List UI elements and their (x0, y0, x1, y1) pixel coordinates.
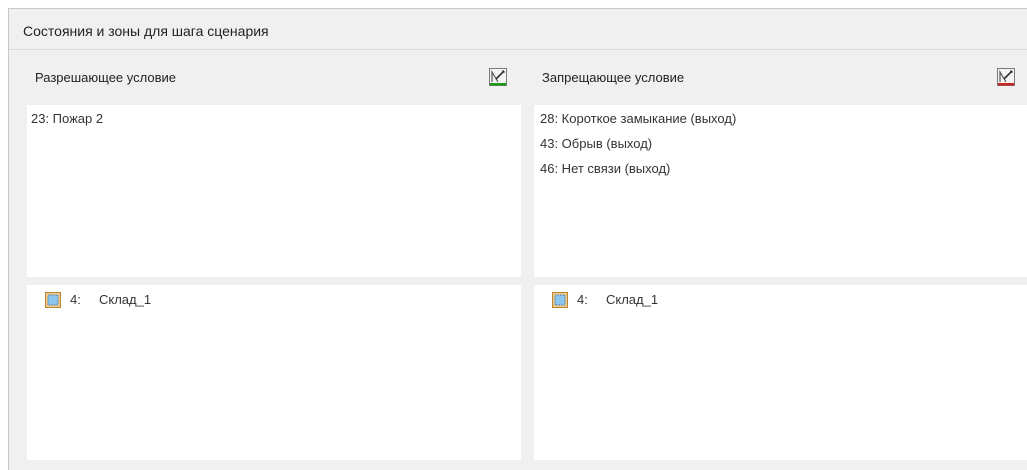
list-item[interactable]: 28: Короткое замыкание (выход) (540, 111, 736, 126)
zone-name: Склад_1 (99, 292, 152, 307)
deny-zones-list[interactable]: 4: Склад_1 (534, 285, 1027, 460)
edit-condition-icon (489, 68, 507, 86)
allow-condition-label: Разрешающее условие (35, 70, 176, 85)
zone-name: Склад_1 (606, 292, 659, 307)
list-item[interactable]: 43: Обрыв (выход) (540, 136, 652, 151)
deny-states-list[interactable]: 28: Короткое замыкание (выход) 43: Обрыв… (534, 105, 1027, 277)
zone-number: 4: (577, 292, 588, 307)
scenario-step-panel: Состояния и зоны для шага сценария Разре… (8, 8, 1027, 470)
deny-condition-label: Запрещающее условие (542, 70, 685, 85)
edit-deny-condition-button[interactable] (995, 66, 1017, 88)
allow-zones-list[interactable]: 4: Склад_1 (27, 285, 521, 460)
list-item[interactable]: 23: Пожар 2 (31, 111, 103, 126)
edit-allow-condition-button[interactable] (487, 66, 509, 88)
allow-states-list[interactable]: 23: Пожар 2 (27, 105, 521, 277)
title-divider (9, 49, 1027, 50)
list-item[interactable]: 46: Нет связи (выход) (540, 161, 670, 176)
zone-icon (552, 292, 568, 308)
zone-number: 4: (70, 292, 81, 307)
zone-icon (45, 292, 61, 308)
edit-condition-icon (997, 68, 1015, 86)
panel-title: Состояния и зоны для шага сценария (23, 23, 269, 39)
